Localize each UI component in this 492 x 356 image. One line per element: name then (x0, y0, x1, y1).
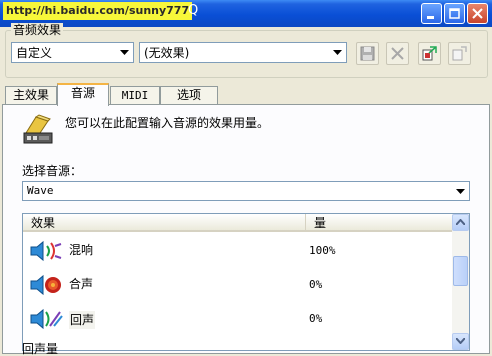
maximize-icon (449, 8, 460, 19)
chevron-down-icon[interactable] (451, 183, 468, 200)
tab-main-effects[interactable]: 主效果 (5, 86, 57, 105)
effects-list[interactable]: 效果 量 混响 100% 合声 0% 回声 0% (22, 213, 470, 351)
effect-select-value: (无效果) (144, 46, 190, 60)
window-title-suffix: Q (188, 3, 199, 18)
effect-amount: 0% (309, 312, 323, 325)
audio-effects-legend: 音频效果 (11, 23, 64, 37)
source-select[interactable]: Wave (22, 181, 470, 201)
chevron-up-icon (456, 219, 465, 225)
list-scrollbar[interactable] (452, 214, 469, 350)
column-header-label: 效果 (31, 216, 56, 230)
column-header-amount[interactable]: 量 (305, 214, 452, 232)
export-button[interactable] (418, 42, 441, 65)
scroll-thumb[interactable] (453, 256, 468, 286)
echo-icon (30, 308, 63, 330)
preset-select[interactable]: 自定义 (11, 42, 134, 63)
effect-amount: 0% (309, 278, 323, 291)
title-bar: http://hi.baidu.com/sunny777 Q (0, 0, 492, 27)
preset-select-value: 自定义 (16, 46, 53, 60)
tab-midi[interactable]: MIDI (110, 86, 160, 105)
tab-label: 音源 (70, 86, 95, 100)
tab-label: MIDI (121, 89, 149, 102)
list-item[interactable]: 回声 0% (23, 302, 453, 336)
effect-name: 回声 (69, 311, 96, 329)
scroll-up-button[interactable] (452, 214, 469, 231)
import-icon (452, 46, 467, 61)
tab-bar: 主效果 音源 MIDI 选项 (0, 83, 492, 106)
column-header-effect[interactable]: 效果 (23, 214, 305, 232)
tab-label: 选项 (176, 88, 201, 102)
source-info-text: 您可以在此配置输入音源的效果用量。 (65, 116, 270, 130)
list-item[interactable]: 混响 100% (23, 234, 453, 268)
chevron-down-icon[interactable] (115, 44, 132, 61)
import-button[interactable] (448, 42, 471, 65)
export-icon (422, 46, 437, 61)
list-item[interactable]: 合声 0% (23, 268, 453, 302)
effect-name: 合声 (69, 277, 94, 291)
effect-name: 混响 (69, 243, 94, 257)
effect-select[interactable]: (无效果) (139, 42, 347, 63)
reverb-icon (30, 240, 62, 262)
close-button[interactable] (467, 3, 488, 24)
column-header-label: 量 (314, 216, 327, 230)
delete-button[interactable] (386, 42, 409, 65)
source-label: 选择音源： (22, 164, 83, 178)
maximize-button[interactable] (444, 3, 465, 24)
chevron-down-icon[interactable] (328, 44, 345, 61)
echo-amount-label: 回声量 (22, 342, 59, 356)
window-title-url: http://hi.baidu.com/sunny777 (3, 2, 193, 20)
minimize-icon (427, 16, 434, 19)
tab-label: 主效果 (12, 88, 49, 102)
save-button[interactable] (356, 42, 379, 65)
minimize-button[interactable] (421, 3, 442, 24)
chevron-down-icon (456, 338, 465, 344)
source-select-value: Wave (27, 184, 54, 197)
save-icon (360, 46, 375, 61)
tab-options[interactable]: 选项 (160, 86, 218, 105)
scroll-down-button[interactable] (452, 333, 469, 350)
tab-sources[interactable]: 音源 (57, 83, 109, 106)
chorus-icon (30, 274, 61, 296)
audio-source-icon (23, 114, 53, 144)
effect-amount: 100% (309, 244, 336, 257)
close-icon (472, 8, 483, 19)
delete-icon (391, 47, 404, 60)
